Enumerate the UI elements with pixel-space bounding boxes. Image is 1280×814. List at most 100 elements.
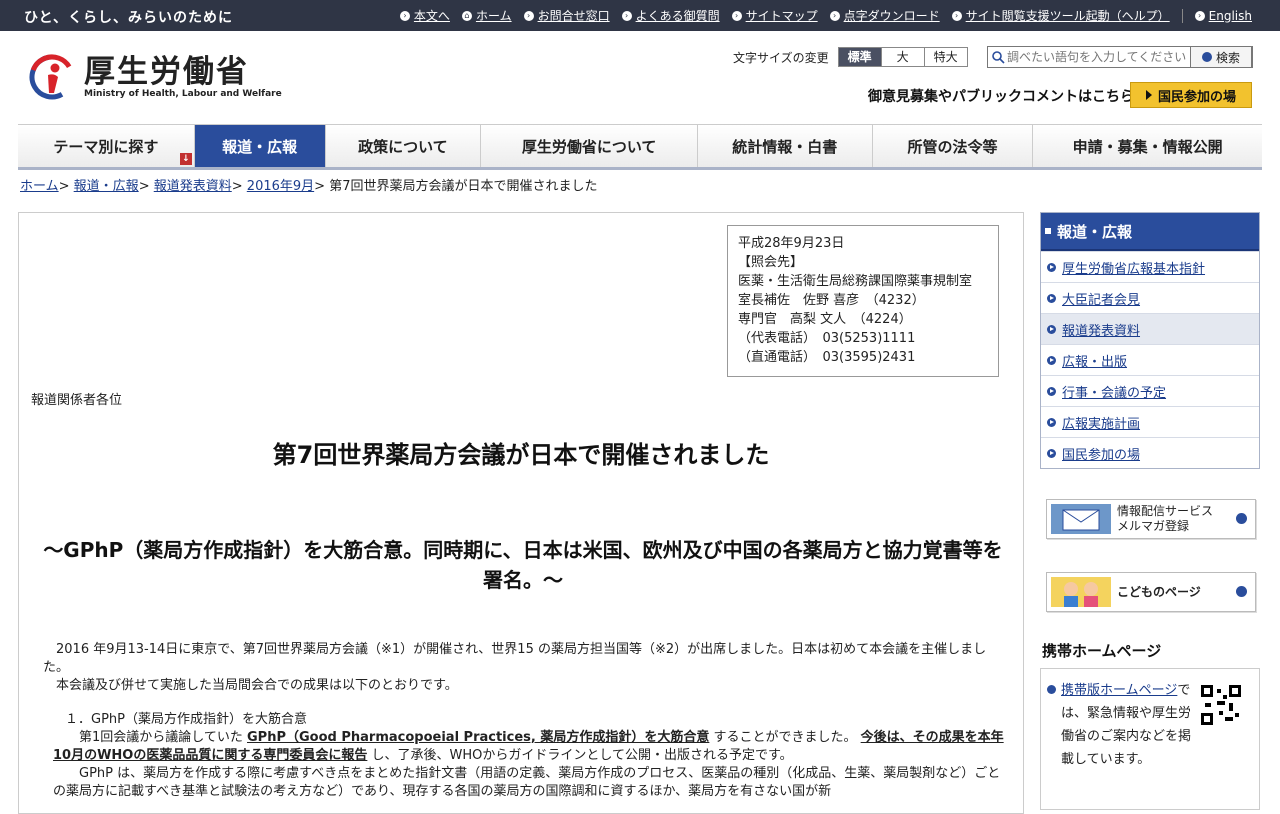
arrow-circle-icon bbox=[1047, 262, 1056, 272]
contact-phone: （直通電話） 03(3595)2431 bbox=[738, 350, 916, 365]
article-content: 平成28年9月23日 【照会先】 医薬・生活衛生局総務課国際薬事規制室 室長補佐… bbox=[18, 212, 1024, 814]
nav-statistics[interactable]: 統計情報・白書 bbox=[698, 125, 873, 167]
page-subtitle: ～GPhP（薬局方作成指針）を大筋合意。同時期に、日本は米国、欧州及び中国の各薬… bbox=[43, 538, 1003, 592]
font-size-switcher: 文字サイズの変更 標準 大 特大 bbox=[733, 47, 968, 67]
sidebar-item-publications[interactable]: 広報・出版 bbox=[1041, 344, 1259, 375]
arrow-circle-icon bbox=[1236, 513, 1247, 524]
braille-download-link[interactable]: › 点字ダウンロード bbox=[829, 7, 940, 24]
logo-title: 厚生労働省 bbox=[84, 54, 249, 90]
contact-date: 平成28年9月23日 bbox=[738, 236, 845, 251]
global-nav: テーマ別に探す ↓ 報道・広報 政策について 厚生労働省について 統計情報・白書 … bbox=[18, 124, 1262, 170]
nav-theme-search[interactable]: テーマ別に探す ↓ bbox=[18, 125, 195, 167]
arrow-circle-icon: › bbox=[621, 10, 632, 21]
qr-code-icon bbox=[1201, 685, 1241, 725]
arrow-circle-icon bbox=[1047, 386, 1056, 396]
arrow-circle-icon: › bbox=[951, 10, 962, 21]
site-header: 厚生労働省 Ministry of Health, Labour and Wel… bbox=[0, 31, 1280, 124]
sidebar-menu: 報道・広報 厚生労働省広報基本指針 大臣記者会見 報道発表資料 広報・出版 行事… bbox=[1040, 212, 1260, 469]
skip-to-content-link[interactable]: › 本文へ bbox=[399, 7, 450, 24]
arrow-circle-icon: › bbox=[399, 10, 410, 21]
page-title: 第7回世界薬局方会議が日本で開催されました bbox=[272, 441, 770, 469]
breadcrumb-press-releases[interactable]: 報道発表資料 bbox=[154, 179, 232, 194]
contact-office: 医薬・生活衛生局総務課国際薬事規制室 bbox=[738, 274, 973, 289]
nav-policy[interactable]: 政策について bbox=[326, 125, 482, 167]
nav-applications[interactable]: 申請・募集・情報公開 bbox=[1033, 125, 1262, 167]
kids-page-banner[interactable]: こどものページ bbox=[1046, 572, 1256, 612]
square-bullet-icon bbox=[1045, 228, 1051, 234]
sidebar-item-pr-policy[interactable]: 厚生労働省広報基本指針 bbox=[1041, 251, 1259, 282]
faq-link[interactable]: › よくある御質問 bbox=[621, 7, 720, 24]
article-body: 2016 年9月13-14日に東京で、第7回世界薬局方会議（※1）が開催され、世… bbox=[43, 641, 1007, 801]
sidebar-item-pr-plan[interactable]: 広報実施計画 bbox=[1041, 406, 1259, 437]
contact-person: 専門官 高梨 文人 （4224） bbox=[738, 312, 912, 327]
breadcrumb: ホーム> 報道・広報> 報道発表資料> 2016年9月> 第7回世界薬局方会議が… bbox=[20, 179, 598, 194]
arrow-down-icon: ↓ bbox=[179, 153, 192, 165]
arrow-circle-icon: › bbox=[731, 10, 742, 21]
paragraph: 本会議及び併せて実施した当局間会合での成果は以下のとおりです。 bbox=[56, 678, 458, 693]
arrow-circle-icon: › bbox=[829, 10, 840, 21]
font-size-label: 文字サイズの変更 bbox=[733, 50, 829, 65]
mobile-info-box: 携帯版ホームページでは、緊急情報や厚生労働省のご案内などを掲載しています。 bbox=[1040, 668, 1260, 810]
contact-heading: 【照会先】 bbox=[738, 255, 804, 270]
paragraph: GPhP は、薬局方を作成する際に考慮すべき点をまとめた指針文書（用語の定義、薬… bbox=[53, 766, 1001, 799]
breadcrumb-press[interactable]: 報道・広報 bbox=[74, 179, 139, 194]
mobile-site-link[interactable]: 携帯版ホームページ bbox=[1061, 683, 1177, 698]
mhlw-logo[interactable]: 厚生労働省 Ministry of Health, Labour and Wel… bbox=[28, 53, 282, 101]
arrow-circle-icon: › bbox=[523, 10, 534, 21]
sidebar-item-participation[interactable]: 国民参加の場 bbox=[1041, 437, 1259, 468]
home-icon: ⌂ bbox=[461, 10, 472, 21]
logo-subtitle: Ministry of Health, Labour and Welfare bbox=[84, 89, 282, 99]
font-size-xlarge-button[interactable]: 特大 bbox=[923, 47, 968, 67]
home-link[interactable]: ⌂ ホーム bbox=[461, 7, 512, 24]
nav-laws[interactable]: 所管の法令等 bbox=[873, 125, 1034, 167]
arrow-circle-icon bbox=[1047, 685, 1056, 694]
arrow-circle-icon bbox=[1047, 417, 1056, 427]
search-icon bbox=[992, 51, 1005, 64]
breadcrumb-month[interactable]: 2016年9月 bbox=[247, 179, 314, 194]
paragraph: 第1回会議から議論していた GPhP（Good Pharmacopoeial P… bbox=[53, 730, 1004, 763]
arrow-circle-icon bbox=[1047, 324, 1056, 334]
sidebar: 報道・広報 厚生労働省広報基本指針 大臣記者会見 報道発表資料 広報・出版 行事… bbox=[1040, 212, 1260, 810]
arrow-circle-icon bbox=[1047, 448, 1056, 458]
arrow-circle-icon bbox=[1047, 355, 1056, 365]
triangle-right-icon bbox=[1145, 90, 1152, 100]
breadcrumb-current: 第7回世界薬局方会議が日本で開催されました bbox=[329, 179, 598, 194]
mhlw-logo-mark-icon bbox=[29, 54, 75, 100]
site-tagline: ひと、くらし、みらいのために bbox=[24, 10, 234, 26]
sidebar-item-press-releases[interactable]: 報道発表資料 bbox=[1041, 313, 1259, 344]
search-input[interactable] bbox=[1005, 48, 1207, 66]
english-link[interactable]: › English bbox=[1194, 9, 1252, 23]
mail-magazine-banner[interactable]: 情報配信サービス メルマガ登録 bbox=[1046, 499, 1256, 539]
kids-icon bbox=[1051, 577, 1111, 607]
contact-box: 平成28年9月23日 【照会先】 医薬・生活衛生局総務課国際薬事規制室 室長補佐… bbox=[727, 225, 999, 377]
contact-phone: （代表電話） 03(5253)1111 bbox=[738, 331, 916, 346]
accessibility-tool-link[interactable]: › サイト閲覧支援ツール起動（ヘルプ） bbox=[951, 7, 1170, 24]
recipient: 報道関係者各位 bbox=[31, 393, 123, 408]
search-button-icon bbox=[1201, 52, 1212, 62]
paragraph: 2016 年9月13-14日に東京で、第7回世界薬局方会議（※1）が開催され、世… bbox=[43, 642, 987, 675]
font-size-large-button[interactable]: 大 bbox=[880, 47, 925, 67]
public-comment-link[interactable]: 御意見募集やパブリックコメントはこちら bbox=[868, 86, 1134, 106]
search-button[interactable]: 検索 bbox=[1190, 46, 1252, 68]
arrow-circle-icon bbox=[1047, 293, 1056, 303]
mobile-section-title: 携帯ホームページ bbox=[1042, 642, 1162, 660]
arrow-circle-icon bbox=[1236, 586, 1247, 597]
arrow-circle-icon: › bbox=[1194, 10, 1205, 21]
breadcrumb-home[interactable]: ホーム bbox=[20, 179, 59, 194]
divider bbox=[1181, 8, 1183, 23]
public-participation-button[interactable]: 国民参加の場 bbox=[1130, 82, 1252, 108]
site-search: 検索 bbox=[987, 46, 1253, 68]
font-size-standard-button[interactable]: 標準 bbox=[837, 47, 882, 67]
sitemap-link[interactable]: › サイトマップ bbox=[731, 7, 818, 24]
contact-link[interactable]: › お問合せ窓口 bbox=[523, 7, 610, 24]
contact-person: 室長補佐 佐野 喜彦 （4232） bbox=[738, 293, 925, 308]
sidebar-item-events[interactable]: 行事・会議の予定 bbox=[1041, 375, 1259, 406]
top-utility-bar: ひと、くらし、みらいのために › 本文へ ⌂ ホーム › お問合せ窓口 › よくある御質… bbox=[0, 0, 1280, 31]
section-heading: １．GPhP（薬局方作成指針）を大筋合意 bbox=[65, 712, 307, 727]
envelope-icon bbox=[1051, 504, 1111, 534]
nav-about-ministry[interactable]: 厚生労働省について bbox=[481, 125, 698, 167]
sidebar-item-press-conference[interactable]: 大臣記者会見 bbox=[1041, 282, 1259, 313]
sidebar-heading: 報道・広報 bbox=[1041, 213, 1259, 251]
utility-links: › 本文へ ⌂ ホーム › お問合せ窓口 › よくある御質問 › サイトマップ › 点字ダウ… bbox=[388, 7, 1252, 24]
nav-press[interactable]: 報道・広報 bbox=[194, 125, 326, 167]
